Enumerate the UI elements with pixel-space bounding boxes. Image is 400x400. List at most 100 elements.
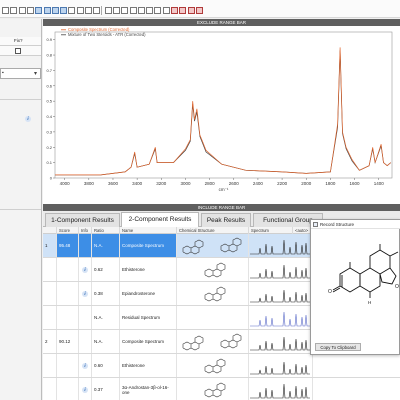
toolbar-button[interactable] xyxy=(68,7,76,14)
spectrum-cell xyxy=(249,378,313,400)
toolbar-button[interactable] xyxy=(129,7,137,14)
toolbar-button[interactable] xyxy=(93,7,101,14)
svg-text:O: O xyxy=(328,289,332,295)
toolbar-button[interactable] xyxy=(26,7,34,14)
x-tick-label: 3200 xyxy=(156,181,167,186)
toolbar-button[interactable] xyxy=(146,7,154,14)
toolbar-button[interactable] xyxy=(18,7,26,14)
include-range-bar[interactable]: INCLUDE RANGE BAR xyxy=(43,204,400,211)
x-tick-label: 3800 xyxy=(84,181,95,186)
col-info[interactable]: Info xyxy=(79,227,92,234)
ratio-cell: 0.37 xyxy=(92,378,120,400)
spectrum-thumbnail xyxy=(250,336,310,351)
toolbar-button[interactable] xyxy=(60,7,68,14)
toolbar-button[interactable] xyxy=(2,7,9,14)
x-tick-label: 2800 xyxy=(205,181,216,186)
tab-peak-results[interactable]: Peak Results xyxy=(201,213,251,227)
name-cell: Composite Spectrum xyxy=(120,234,177,257)
tab-2-component-results[interactable]: 2-Component Results xyxy=(121,212,199,227)
toolbar-button[interactable] xyxy=(104,7,112,14)
info-icon[interactable]: i xyxy=(25,116,31,122)
fix-checkbox[interactable] xyxy=(15,48,21,54)
toolbar-button[interactable] xyxy=(112,7,120,14)
ratio-cell: 0.62 xyxy=(92,258,120,281)
toolbar xyxy=(0,0,400,18)
toolbar-button[interactable] xyxy=(137,7,145,14)
structure-cell xyxy=(177,258,249,281)
y-tick-label: 0.5 xyxy=(46,99,52,104)
spectrum-cell xyxy=(249,258,313,281)
x-tick-label: 2400 xyxy=(253,181,264,186)
toolbar-button[interactable] xyxy=(35,7,43,14)
structure-cell xyxy=(177,282,249,305)
exclude-range-bar[interactable]: EXCLUDE RANGE BAR xyxy=(43,19,400,26)
chevron-down-icon[interactable]: ▾ xyxy=(34,70,37,77)
toolbar-button[interactable] xyxy=(43,7,51,14)
y-tick-label: 0.7 xyxy=(46,68,52,73)
spectrum-cell xyxy=(249,354,313,377)
score-cell: 90.12 xyxy=(57,330,79,353)
info-icon[interactable]: i xyxy=(82,267,88,273)
divider xyxy=(0,99,41,100)
steroid-structure-drawing: O O H xyxy=(328,244,399,305)
info-icon[interactable]: i xyxy=(82,363,88,369)
toolbar-button[interactable] xyxy=(187,7,195,14)
col-ratio[interactable]: Ratio xyxy=(92,227,120,234)
col-spectrum[interactable]: Spectrum xyxy=(249,227,293,234)
name-cell: Ethisterone xyxy=(120,258,177,281)
spectrum-chart[interactable]: 0 0.1 0.2 0.3 0.4 0.5 0.6 0.7 0.8 0.9 4000 3800 3600… xyxy=(43,26,400,204)
row-number xyxy=(43,258,57,281)
toolbar-button[interactable] xyxy=(10,7,18,14)
toolbar-button[interactable] xyxy=(154,7,162,14)
spectrum-cell xyxy=(249,282,313,305)
spectrum-thumbnail xyxy=(250,311,310,327)
name-cell: Epiandrosterone xyxy=(120,282,177,305)
structure-cell xyxy=(177,378,249,400)
spectrum-thumbnail xyxy=(250,383,310,399)
info-cell xyxy=(79,234,92,257)
fix-header: Fix? xyxy=(0,37,41,46)
structure-cell xyxy=(177,306,249,329)
table-row[interactable]: i 0.60 Ethisterone xyxy=(43,354,400,378)
info-icon[interactable]: i xyxy=(82,291,88,297)
toolbar-separator xyxy=(101,6,102,15)
chemical-structure-thumbnail xyxy=(182,237,242,255)
chemical-structure-thumbnail xyxy=(204,286,226,302)
y-tick-label: 0.3 xyxy=(46,129,52,134)
row-number xyxy=(43,306,57,329)
toolbar-button[interactable] xyxy=(85,7,92,14)
info-cell: i xyxy=(79,258,92,281)
col-score[interactable]: Score xyxy=(57,227,79,234)
toolbar-button[interactable] xyxy=(179,7,187,14)
spectrum-cell xyxy=(249,234,313,257)
score-cell xyxy=(57,258,79,281)
spectrum-plot: 0 0.1 0.2 0.3 0.4 0.5 0.6 0.7 0.8 0.9 4000 3800 3600… xyxy=(46,27,393,192)
info-icon[interactable]: i xyxy=(82,387,88,393)
toolbar-button[interactable] xyxy=(171,7,178,14)
fix-checkbox-row xyxy=(0,46,41,56)
x-tick-label: 1600 xyxy=(350,181,361,186)
y-tick-label: 0.1 xyxy=(46,160,52,165)
spectrum-thumbnail xyxy=(250,264,310,279)
ratio-cell: N.A. xyxy=(92,306,120,329)
chemical-structure-thumbnail xyxy=(204,358,226,374)
filter-dropdown[interactable]: ▾ ▪ xyxy=(0,68,41,79)
spectrum-thumbnail xyxy=(250,239,310,255)
row-number xyxy=(43,282,57,305)
tab-1-component-results[interactable]: 1-Component Results xyxy=(45,213,120,227)
table-row[interactable]: i 0.37 3α-Androstan-3β-ol-16-one xyxy=(43,378,400,400)
score-cell xyxy=(57,378,79,400)
chemical-structure-thumbnail xyxy=(182,333,242,351)
ratio-cell: 0.38 xyxy=(92,282,120,305)
col-structure[interactable]: Chemical Structure xyxy=(177,227,249,234)
info-cell: i xyxy=(79,282,92,305)
toolbar-button[interactable] xyxy=(195,7,203,14)
toolbar-button[interactable] xyxy=(121,7,129,14)
toolbar-button[interactable] xyxy=(162,7,170,14)
structure-cell xyxy=(177,330,249,353)
toolbar-button[interactable] xyxy=(51,7,59,14)
copy-to-clipboard-button[interactable]: Copy To Clipboard xyxy=(315,343,361,351)
left-panel: Fix? ▾ ▪ i xyxy=(0,19,42,400)
toolbar-button[interactable] xyxy=(76,7,84,14)
col-name[interactable]: Name xyxy=(120,227,177,234)
